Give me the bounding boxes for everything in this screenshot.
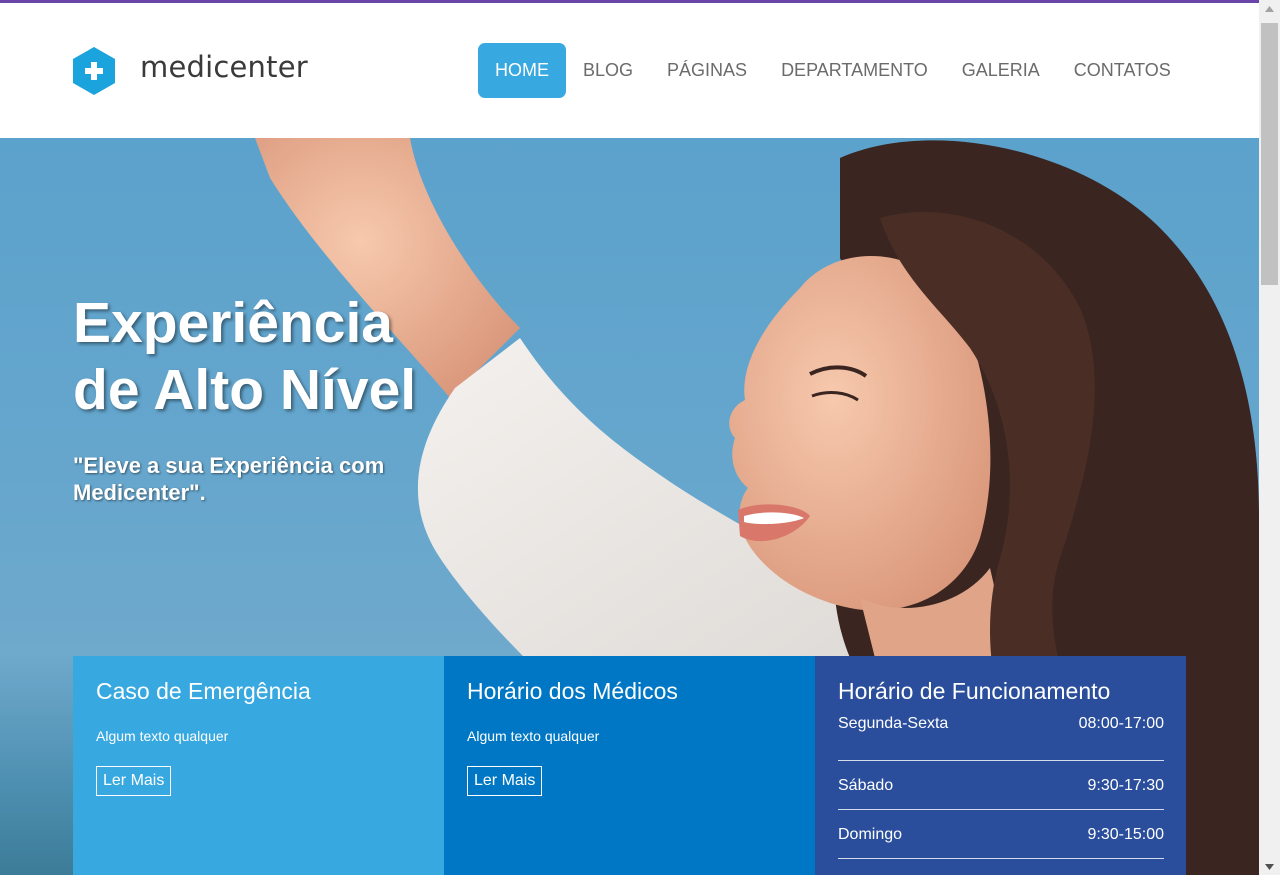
brand-name: medicenter (140, 49, 308, 84)
nav-item-galeria[interactable]: GALERIA (945, 43, 1057, 98)
site-header: medicenter HOME BLOG PÁGINAS DEPARTAMENT… (0, 3, 1259, 138)
hours-time: 9:30-17:30 (1087, 777, 1164, 794)
scroll-down-arrow-icon[interactable] (1259, 858, 1280, 875)
emergency-box: Caso de Emergência Algum texto qualquer … (73, 656, 444, 875)
medicenter-logo-icon (72, 46, 116, 96)
nav-item-paginas[interactable]: PÁGINAS (650, 43, 764, 98)
hours-day: Sábado (838, 777, 894, 794)
hero-title: Experiência de Alto Nível (73, 290, 493, 424)
emergency-read-more-button[interactable]: Ler Mais (96, 766, 172, 796)
hours-row: Domingo 9:30-15:00 (838, 810, 1164, 859)
nav-item-blog[interactable]: BLOG (566, 43, 650, 98)
hero-title-line-2: de Alto Nível (73, 358, 417, 422)
hours-row: Sábado 9:30-17:30 (838, 761, 1164, 810)
logo-link[interactable]: medicenter (72, 46, 308, 96)
emergency-text: Algum texto qualquer (96, 728, 229, 744)
hours-day: Segunda-Sexta (838, 715, 949, 732)
scrollbar-thumb[interactable] (1261, 23, 1278, 285)
hours-row: Segunda-Sexta 08:00-17:00 (838, 712, 1164, 761)
opening-hours-title: Horário de Funcionamento (838, 678, 1111, 704)
scroll-up-arrow-icon[interactable] (1259, 0, 1280, 17)
opening-hours-box: Horário de Funcionamento Segunda-Sexta 0… (815, 656, 1186, 875)
doctors-schedule-box: Horário dos Médicos Algum texto qualquer… (444, 656, 815, 875)
page-scrollbar[interactable] (1259, 0, 1280, 875)
doctors-schedule-title: Horário dos Médicos (467, 678, 678, 704)
hero-title-line-1: Experiência (73, 291, 394, 355)
info-boxes: Caso de Emergência Algum texto qualquer … (73, 656, 1186, 875)
hours-day: Domingo (838, 826, 903, 843)
doctors-schedule-read-more-button[interactable]: Ler Mais (467, 766, 543, 796)
hours-time: 9:30-15:00 (1087, 826, 1164, 843)
main-nav: HOME BLOG PÁGINAS DEPARTAMENTO GALERIA C… (478, 43, 1188, 98)
opening-hours-list: Segunda-Sexta 08:00-17:00 Sábado 9:30-17… (838, 712, 1164, 859)
doctors-schedule-text: Algum texto qualquer (467, 728, 600, 744)
hero-subtitle: "Eleve a sua Experiência com Medicenter"… (73, 453, 385, 505)
nav-item-departamento[interactable]: DEPARTAMENTO (764, 43, 945, 98)
emergency-title: Caso de Emergência (96, 678, 311, 704)
nav-item-home[interactable]: HOME (478, 43, 566, 98)
nav-item-contatos[interactable]: CONTATOS (1057, 43, 1188, 98)
hours-time: 08:00-17:00 (1078, 715, 1164, 732)
